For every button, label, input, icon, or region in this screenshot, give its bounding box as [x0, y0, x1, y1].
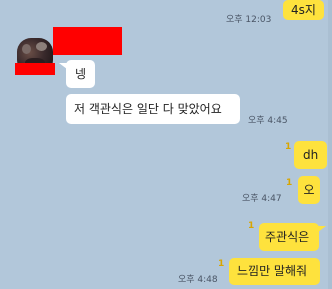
outgoing-message[interactable]: 주관식은 [259, 223, 319, 251]
scrollbar[interactable] [328, 0, 332, 289]
avatar-detail [36, 42, 47, 51]
unread-count: 1 [218, 259, 225, 269]
avatar-redaction [15, 63, 55, 75]
incoming-message[interactable]: 저 객관식은 일단 다 맞았어요 [66, 94, 240, 124]
message-time: 오후 12:03 [226, 15, 272, 25]
unread-count: 1 [248, 221, 255, 231]
bubble-tail [318, 143, 326, 149]
sender-name-redaction [53, 27, 122, 55]
message-time: 오후 4:45 [248, 116, 288, 126]
outgoing-message[interactable]: 오 [298, 176, 320, 204]
bubble-tail [318, 226, 326, 232]
unread-count: 1 [286, 178, 293, 188]
message-time: 오후 4:47 [242, 194, 282, 204]
message-time: 오후 4:48 [178, 275, 218, 285]
outgoing-message[interactable]: 4s지 [283, 0, 324, 20]
incoming-message[interactable]: 넹 [66, 60, 96, 88]
outgoing-message[interactable]: 느낌만 말해줘 [229, 258, 320, 285]
unread-count: 1 [285, 142, 292, 152]
avatar-detail [22, 44, 31, 54]
